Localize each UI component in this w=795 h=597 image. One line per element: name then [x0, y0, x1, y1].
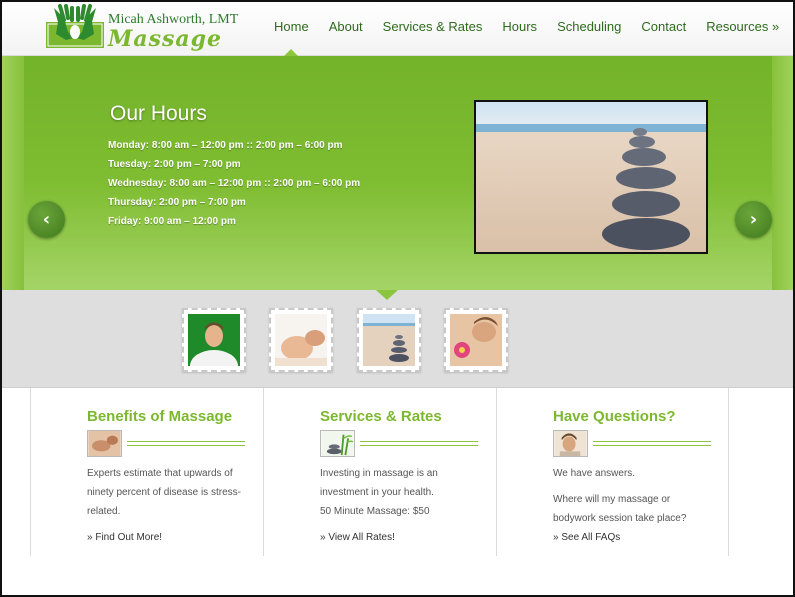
slide-title: Our Hours — [110, 102, 207, 125]
hours-list: Monday: 8:00 am – 12:00 pm :: 2:00 pm – … — [108, 136, 360, 231]
feature-columns: Benefits of Massage Experts estimate tha… — [30, 388, 730, 556]
massage-photo-icon — [87, 430, 122, 457]
column-benefits: Benefits of Massage Experts estimate tha… — [30, 388, 263, 556]
column-title: Benefits of Massage — [87, 408, 233, 425]
column-divider — [593, 441, 711, 446]
column-question: Where will my massage or bodywork sessio… — [553, 494, 687, 524]
slider-prev-button[interactable]: ‹ — [28, 201, 65, 238]
column-questions: Have Questions? We have answers. Where w… — [496, 388, 729, 556]
site-logo[interactable]: Micah Ashworth, LMT Massage — [44, 4, 238, 52]
column-services: Services & Rates Investing in massage is… — [263, 388, 496, 556]
nav-resources[interactable]: Resources » — [696, 2, 789, 56]
hours-tuesday: Tuesday: 2:00 pm – 7:00 pm — [108, 159, 241, 170]
hours-monday: Monday: 8:00 am – 12:00 pm :: 2:00 pm – … — [108, 140, 343, 151]
column-divider — [127, 441, 245, 446]
column-paragraph: Investing in massage is an investment in… — [320, 468, 438, 498]
nav-contact[interactable]: Contact — [631, 2, 696, 56]
thumbnail-strip — [2, 290, 793, 388]
client-photo-icon — [553, 430, 588, 457]
thumbnail-2[interactable] — [269, 308, 333, 372]
back-massage-flower-icon — [450, 314, 502, 366]
hours-wednesday: Wednesday: 8:00 am – 12:00 pm :: 2:00 pm… — [108, 178, 361, 189]
find-out-more-link[interactable]: » Find Out More! — [87, 532, 162, 543]
nav-scheduling[interactable]: Scheduling — [547, 2, 631, 56]
thumbnail-3[interactable] — [357, 308, 421, 372]
slider-pointer — [376, 290, 398, 300]
logo-wordmark: Massage — [108, 26, 223, 52]
hands-logo-icon — [46, 4, 104, 48]
hero-slider: Our Hours Monday: 8:00 am – 12:00 pm :: … — [2, 56, 793, 290]
thumbnail-4[interactable] — [444, 308, 508, 372]
site-header: Micah Ashworth, LMT Massage Home About S… — [2, 2, 793, 57]
column-text: Investing in massage is an investment in… — [320, 464, 482, 521]
column-title: Have Questions? — [553, 408, 676, 425]
main-nav: Home About Services & Rates Hours Schedu… — [264, 2, 789, 57]
nav-about[interactable]: About — [319, 2, 373, 56]
view-all-rates-link[interactable]: » View All Rates! — [320, 532, 395, 543]
column-text: Experts estimate that upwards of ninety … — [87, 464, 249, 521]
stacked-stones-thumb-icon — [363, 314, 415, 366]
hours-friday: Friday: 9:00 am – 12:00 pm — [108, 216, 236, 227]
column-divider — [360, 441, 478, 446]
column-price: 50 Minute Massage: $50 — [320, 506, 430, 517]
see-all-faqs-link[interactable]: » See All FAQs — [553, 532, 620, 543]
nav-services-rates[interactable]: Services & Rates — [373, 2, 493, 56]
face-massage-icon — [275, 314, 327, 366]
nav-home[interactable]: Home — [264, 2, 319, 57]
slide-image — [474, 100, 708, 254]
thumbnail-1[interactable] — [182, 308, 246, 382]
nav-hours[interactable]: Hours — [492, 2, 547, 56]
page: Micah Ashworth, LMT Massage Home About S… — [0, 0, 795, 597]
column-paragraph: Experts estimate that upwards of ninety … — [87, 468, 241, 517]
column-text: We have answers. Where will my massage o… — [553, 464, 715, 528]
slider-next-button[interactable]: › — [735, 201, 772, 238]
bamboo-stones-icon — [320, 430, 355, 457]
column-title: Services & Rates — [320, 408, 442, 425]
hours-thursday: Thursday: 2:00 pm – 7:00 pm — [108, 197, 246, 208]
column-paragraph: We have answers. — [553, 468, 636, 479]
therapist-portrait-icon — [188, 314, 240, 382]
stacked-stones-icon — [476, 102, 706, 252]
